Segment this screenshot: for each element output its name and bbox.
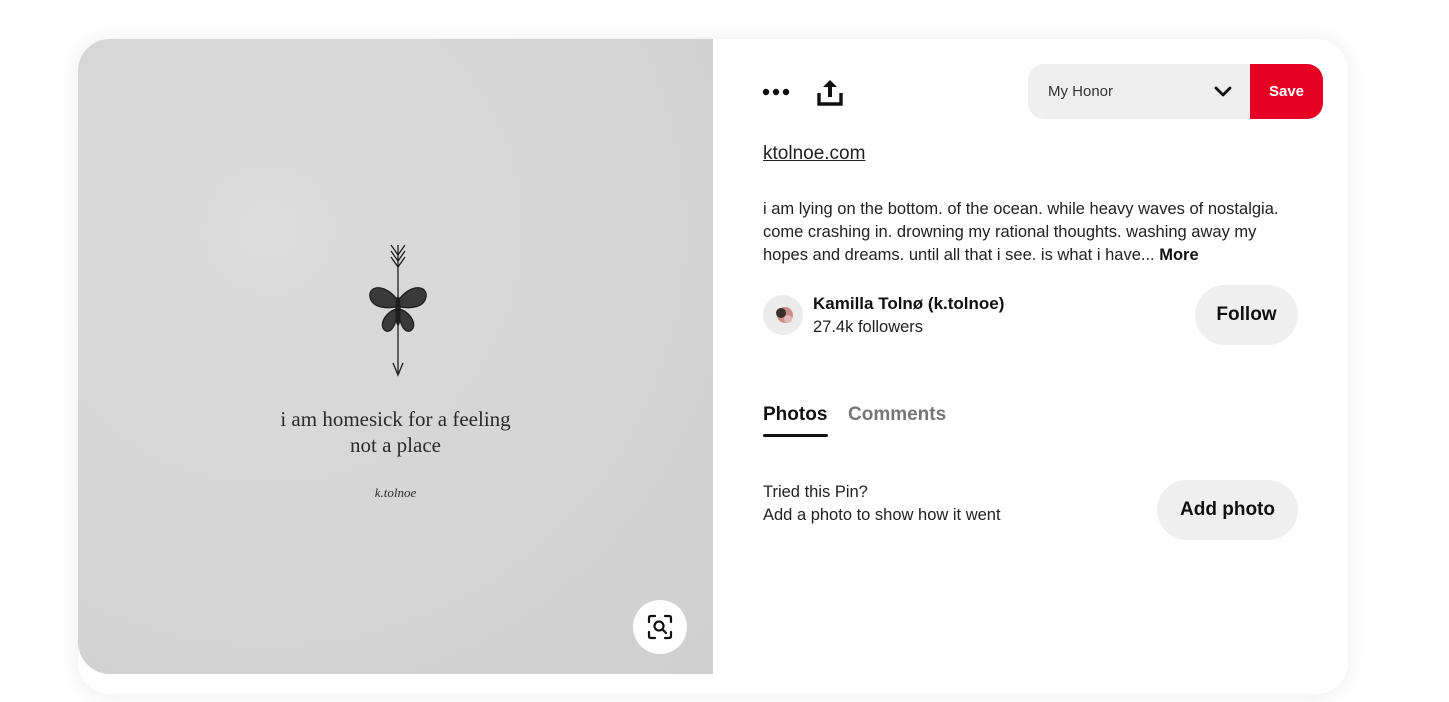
tab-photos[interactable]: Photos — [763, 404, 827, 426]
source-link[interactable]: ktolnoe.com — [763, 143, 865, 165]
tab-comments[interactable]: Comments — [848, 404, 946, 426]
butterfly-arrow-illustration — [369, 244, 427, 377]
visual-search-icon — [647, 614, 673, 640]
description-text: i am lying on the bottom. of the ocean. … — [763, 200, 1279, 264]
pin-card: i am homesick for a feeling not a place … — [78, 39, 1348, 694]
pin-image[interactable]: i am homesick for a feeling not a place … — [78, 39, 713, 674]
more-dots-icon — [762, 88, 790, 96]
avatar-image — [763, 295, 803, 335]
save-button[interactable]: Save — [1250, 64, 1323, 119]
creator-avatar[interactable] — [763, 295, 803, 335]
creator-followers: 27.4k followers — [813, 318, 924, 336]
board-name: My Honor — [1048, 83, 1114, 100]
share-button[interactable] — [815, 76, 845, 108]
tried-pin-title: Tried this Pin? — [763, 483, 868, 501]
quote-line-2: not a place — [350, 433, 441, 457]
tried-pin-subtitle: Add a photo to show how it went — [763, 506, 1001, 524]
more-options-button[interactable] — [760, 79, 792, 105]
creator-name[interactable]: Kamilla Tolnø (k.tolnoe) — [813, 294, 1004, 314]
chevron-down-icon — [1214, 86, 1232, 98]
add-photo-button[interactable]: Add photo — [1157, 480, 1298, 540]
quote-line-1: i am homesick for a feeling — [280, 407, 511, 431]
active-tab-indicator — [763, 434, 828, 437]
quote-signature: k.tolnoe — [374, 485, 417, 500]
pin-details: My Honor Save ktolnoe.com i am lying on … — [713, 39, 1348, 694]
description-more-link[interactable]: More — [1159, 246, 1198, 264]
follow-button[interactable]: Follow — [1195, 285, 1298, 345]
pin-description: i am lying on the bottom. of the ocean. … — [763, 198, 1303, 267]
visual-search-button[interactable] — [633, 600, 687, 654]
share-upload-icon — [817, 80, 843, 106]
board-dropdown[interactable]: My Honor — [1028, 64, 1250, 119]
